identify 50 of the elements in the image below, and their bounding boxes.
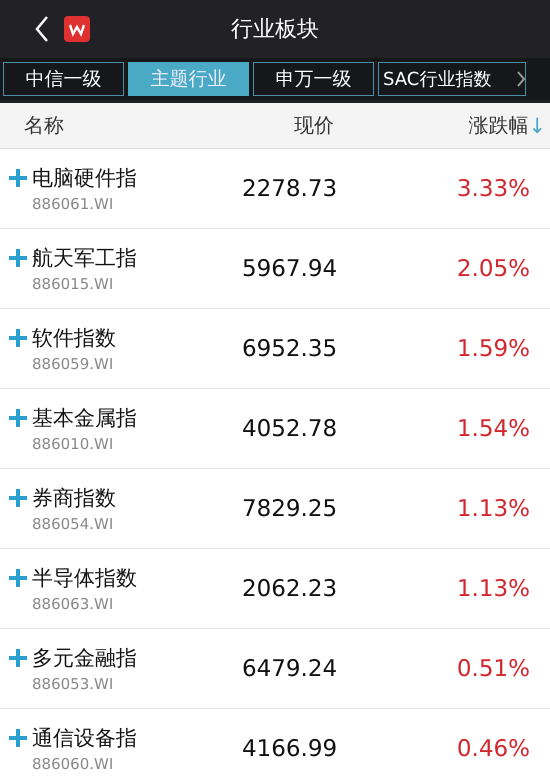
back-icon[interactable] xyxy=(34,15,50,43)
chevron-right-icon[interactable] xyxy=(516,70,526,88)
index-code: 886063.WI xyxy=(32,595,114,613)
change-percent: 0.46% xyxy=(456,736,530,762)
add-icon[interactable] xyxy=(8,728,28,748)
change-percent: 3.33% xyxy=(456,176,530,202)
column-header[interactable]: 现价 xyxy=(294,112,434,139)
add-icon[interactable] xyxy=(8,488,28,508)
tab[interactable]: 中信一级 xyxy=(3,62,124,96)
index-name: 券商指数 xyxy=(32,485,116,512)
index-name: 电脑硬件指 xyxy=(32,165,137,192)
change-percent: 1.13% xyxy=(456,576,530,602)
tab[interactable]: 申万一级 xyxy=(253,62,374,96)
add-icon[interactable] xyxy=(8,648,28,668)
price-value: 6952.35 xyxy=(241,336,338,362)
index-code: 886015.WI xyxy=(32,275,114,293)
price-value: 6479.24 xyxy=(241,656,338,682)
column-header[interactable]: 涨跌幅 xyxy=(468,112,528,139)
change-percent: 1.13% xyxy=(456,496,530,522)
column-header[interactable]: 名称 xyxy=(24,112,294,139)
index-name: 多元金融指 xyxy=(32,645,137,672)
change-percent: 2.05% xyxy=(456,256,530,282)
price-value: 2062.23 xyxy=(241,576,338,602)
price-value: 2278.73 xyxy=(241,176,338,202)
index-name: 基本金属指 xyxy=(32,405,137,432)
change-percent: 0.51% xyxy=(456,656,530,682)
price-value: 4052.78 xyxy=(241,416,338,442)
add-icon[interactable] xyxy=(8,168,28,188)
screen-title: 行业板块 xyxy=(230,16,320,44)
add-icon[interactable] xyxy=(8,328,28,348)
index-code: 886060.WI xyxy=(32,755,114,773)
price-value: 7829.25 xyxy=(241,496,338,522)
index-code: 886054.WI xyxy=(32,515,114,533)
change-percent: 1.54% xyxy=(456,416,530,442)
index-name: 航天军工指 xyxy=(32,245,137,272)
tab[interactable]: SAC行业指数 xyxy=(378,62,526,96)
add-icon[interactable] xyxy=(8,408,28,428)
add-icon[interactable] xyxy=(8,248,28,268)
price-value: 4166.99 xyxy=(241,736,338,762)
price-value: 5967.94 xyxy=(241,256,338,282)
index-name: 软件指数 xyxy=(32,325,116,352)
add-icon[interactable] xyxy=(8,568,28,588)
change-percent: 1.59% xyxy=(456,336,530,362)
app-logo-icon[interactable] xyxy=(64,16,90,42)
index-code: 886053.WI xyxy=(32,675,114,693)
index-code: 886010.WI xyxy=(32,435,114,453)
index-code: 886061.WI xyxy=(32,195,114,213)
index-name: 通信设备指 xyxy=(32,725,137,752)
index-name: 半导体指数 xyxy=(32,565,137,592)
index-code: 886059.WI xyxy=(32,355,114,373)
